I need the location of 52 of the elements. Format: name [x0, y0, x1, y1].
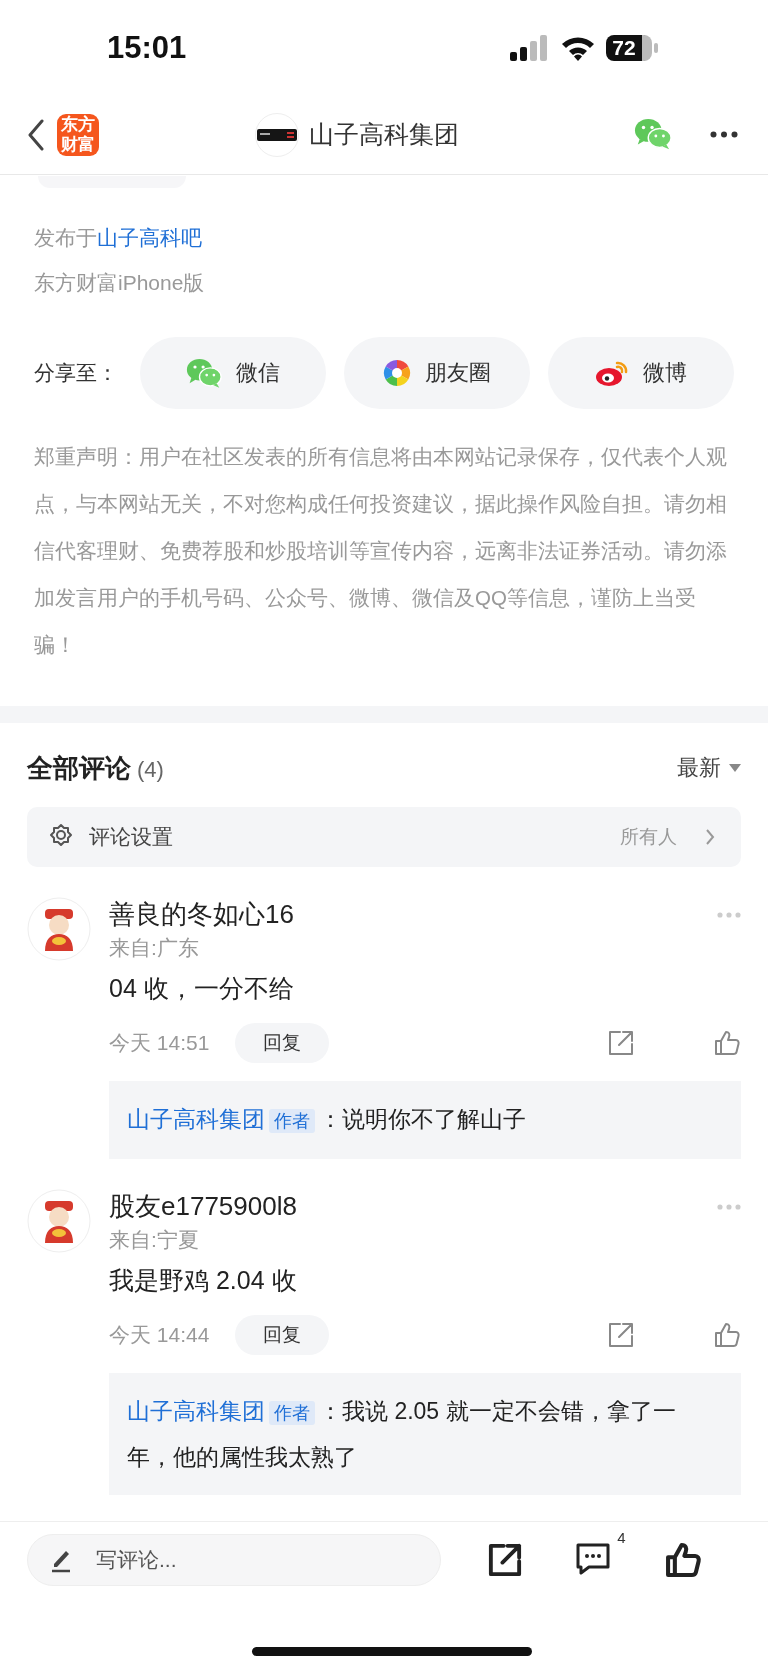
back-icon[interactable]: [27, 118, 45, 151]
settings-label: 评论设置: [89, 824, 174, 850]
section-title: 全部评论: [27, 752, 131, 783]
aperture-icon: [383, 359, 411, 387]
location-text: 来自:宁夏: [109, 1227, 200, 1253]
thumbs-up-icon[interactable]: [713, 1029, 741, 1057]
comment-count: 4: [617, 1529, 626, 1546]
reply-text: 山子高科集团 作者 ：说明你不了解山子: [109, 1081, 741, 1159]
page-title: 山子高科集团: [308, 119, 459, 150]
published-in-text: 发布于山子高科吧: [34, 225, 203, 251]
share-icon[interactable]: [487, 1542, 524, 1578]
author-link[interactable]: 山子高科集团: [127, 1106, 265, 1132]
user-name[interactable]: 股友e1775900l8: [109, 1189, 297, 1224]
chevron-right-icon: [705, 828, 715, 846]
user-name[interactable]: 善良的冬如心16: [109, 897, 294, 932]
app-logo: 东方财富: [57, 113, 99, 156]
location-text: 来自:广东: [109, 935, 200, 961]
weibo-icon: [595, 359, 629, 387]
avatar-icon: [27, 1189, 91, 1253]
author-badge: 作者: [269, 1401, 315, 1425]
caret-down-icon: [729, 764, 741, 772]
source-text: 东方财富iPhone版: [34, 270, 206, 296]
reply-text: 山子高科集团 作者 ：我说 2.05 就一定不会错，拿了一年，他的属性我太熟了: [109, 1373, 741, 1495]
reply-button[interactable]: 回复: [235, 1023, 330, 1063]
comment-count: (4): [137, 756, 164, 782]
comment-icon[interactable]: [575, 1541, 612, 1575]
comment-settings-bar[interactable]: 评论设置 所有人: [27, 807, 741, 867]
comment-input-field[interactable]: 写评论...: [27, 1534, 441, 1586]
wechat-icon[interactable]: [634, 118, 672, 151]
thumbs-up-icon[interactable]: [663, 1541, 702, 1579]
comment-time: 今天 14:44: [109, 1322, 210, 1348]
signal-icon: [510, 34, 550, 61]
avatar-icon: [27, 897, 91, 961]
author-badge: 作者: [269, 1109, 315, 1133]
thumbs-up-icon[interactable]: [713, 1321, 741, 1349]
more-icon[interactable]: [710, 131, 738, 138]
author-link[interactable]: 山子高科集团: [127, 1398, 265, 1424]
settings-value: 所有人: [620, 825, 677, 849]
share-button[interactable]: 朋友圈: [344, 337, 530, 409]
sort-dropdown[interactable]: 最新: [677, 753, 741, 783]
forum-link[interactable]: 山子高科吧: [97, 226, 202, 249]
disclaimer-text: 郑重声明：用户在社区发表的所有信息将由本网站记录保存，仅代表个人观点，与本网站无关，不对您构成任何投资建议，据此操作风险自担。请勿相信代客理财、免费荐股和炒股培训等宣传内容，远离非法证券活动。请勿添加发言用户的手机号码、公众号、微博、微信及QQ等信息，谨防上当受骗！: [34, 444, 728, 658]
wechat-icon: [186, 357, 222, 389]
comment-text: 04 收，一分不给: [109, 973, 295, 1004]
comment-time: 今天 14:51: [109, 1030, 210, 1056]
share-button[interactable]: 微博: [548, 337, 734, 409]
channel-logo-icon: [256, 128, 297, 141]
comment-text: 我是野鸡 2.04 收: [109, 1265, 298, 1296]
status-time: 15:01: [107, 29, 187, 66]
share-button[interactable]: 微信: [140, 337, 326, 409]
share-label: 分享至：: [34, 360, 119, 386]
reply-button[interactable]: 回复: [235, 1315, 330, 1355]
